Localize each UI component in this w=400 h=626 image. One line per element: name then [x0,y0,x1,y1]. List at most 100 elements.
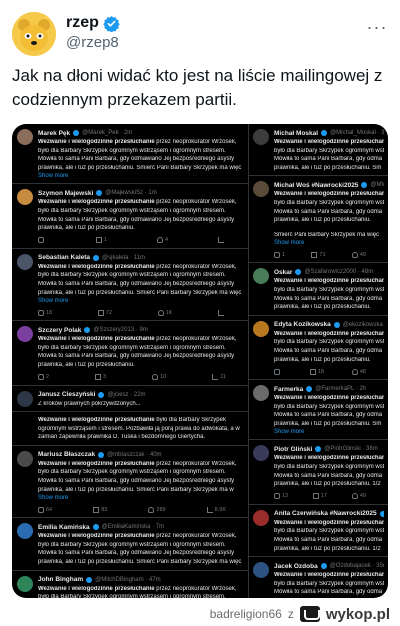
tweet-avatar[interactable] [17,390,33,407]
tweet-action[interactable]: 49 [351,251,366,258]
tweet-avatar[interactable] [17,523,33,540]
handle[interactable]: @rzep8 [66,34,120,51]
show-more-link[interactable]: Show more [38,172,244,180]
tweet-action[interactable]: 3 [95,374,106,380]
tweet-avatar[interactable] [17,450,33,467]
tweet-text-line: było dla Barbary Skrzypek ogromnym wstrz [274,528,384,535]
tweet-avatar[interactable] [253,562,269,579]
embedded-tweet[interactable]: Edyta Kozikowska @ekozikowska · 1h Wezwani… [248,316,388,381]
verified-badge-icon [96,190,103,197]
tweet-avatar[interactable] [17,253,33,270]
views-icon [217,237,224,244]
tweet-avatar[interactable] [253,320,269,337]
footer-brand: wykop.pl [325,605,390,623]
tweet-action[interactable]: 1 [95,237,107,244]
tweet-author-name[interactable]: Sebastian Kaleta [38,254,90,261]
display-name[interactable]: rzep [66,14,99,32]
tweet-avatar[interactable] [253,509,269,526]
embedded-tweet[interactable]: Szczery Polak @Szczery2013 · 9m Wezwanie i… [12,321,248,386]
tweet-action[interactable]: 72 [97,309,112,316]
tweet-author-name[interactable]: Piotr Gliński [274,446,312,453]
tweet-avatar[interactable] [253,181,269,198]
tweet-action[interactable]: 289 [148,506,166,513]
tweet-action[interactable]: 83 [93,506,107,513]
embedded-tweet[interactable]: Szymon Majewski @MajewskiSz · 1m Wezwanie … [12,184,248,249]
show-more-link[interactable]: Show more [38,297,244,305]
tweet-text-line: prawnika, ale i tuż po przesłuchaniu. Śm… [38,559,242,566]
tweet-action[interactable]: 64 [38,506,52,513]
tweet-avatar[interactable] [17,417,33,434]
embedded-tweet[interactable]: Mariusz Błaszczak @mblaszczak · 40m Wezwan… [12,446,248,519]
tweet-avatar[interactable] [253,268,269,285]
tweet-author-name[interactable]: Edyta Kozikowska [274,321,331,328]
tweet-author-name[interactable]: Oskar [274,269,292,276]
embedded-tweet[interactable]: Anita Czerwińska #Nawrocki2025@AnitaWezw… [248,505,388,558]
embedded-tweet[interactable]: Marek Pęk @Marek_Pek · 2m Wezwanie i wielo… [12,124,248,185]
tweet-action[interactable]: 71 [311,251,326,258]
tweet-action[interactable]: 18 [38,309,52,316]
embedded-tweet[interactable]: John Bingham @MitchDBingham · 47m Wezwanie… [12,571,248,598]
tweet-avatar[interactable] [17,189,33,206]
embedded-tweet[interactable]: Jacek Ozdoba @Ozdobajacek · 35m Wezwanie i… [248,557,388,598]
tweet-action[interactable] [218,309,226,316]
embedded-tweet[interactable]: Michał Woś #Nawrocki2025 @MWos Wezwanie i … [248,176,388,264]
tweet-author-name[interactable]: Szczery Polak [38,327,81,334]
tweet-text-line: Wezwanie i wielogodzinne przesłuchanie [274,572,384,579]
verified-badge-icon [321,130,328,136]
embedded-screenshot[interactable]: Marek Pęk @Marek_Pek · 2m Wezwanie i wielo… [12,124,388,598]
like-icon [351,493,358,500]
embedded-tweet[interactable]: Sebastian Kaleta @sjkaleta · 11m Wezwanie … [12,249,248,322]
tweet-avatar[interactable] [17,326,33,343]
tweet-author-name[interactable]: John Bingham [38,576,83,583]
tweet-action[interactable]: 13 [274,493,288,500]
tweet-action[interactable]: 8.9K [206,506,226,513]
tweet-header: Oskar @Szafarowicz2000 · 48m [274,267,384,277]
tweet-author-name[interactable]: Emilia Kamińska [38,524,90,531]
tweet-author-name[interactable]: Michał Moskal [274,130,318,137]
show-more-link[interactable]: Show more [38,494,244,502]
tweet-text-line: Mówiła to sama Pani Barbara, gdy odma [274,589,383,596]
tweet-action[interactable]: 10 [152,374,166,380]
tweet-action[interactable]: 49 [351,493,366,500]
show-more-link[interactable]: Show more [274,428,384,436]
show-more-link[interactable]: Show more [274,239,384,247]
tweet-action[interactable] [217,237,226,244]
tweet-action[interactable]: 18 [309,368,324,375]
tweet-action[interactable] [274,368,282,375]
tweet-action[interactable]: 2 [38,374,49,380]
tweet-avatar[interactable] [253,385,269,402]
tweet-avatar[interactable] [17,575,33,592]
tweet-text-line: było dla Barbary Skrzypek ogromnym wstrz [274,403,384,410]
tweet-text-line: Mówiła to sama Pani Barbara, gdy odma [274,156,383,163]
embedded-tweet[interactable]: Piotr Gliński @PiotrGlinski · 38m Wezwanie… [248,440,388,505]
tweet-action[interactable]: 17 [312,493,327,500]
tweet-avatar[interactable] [17,129,33,145]
tweet-action[interactable]: 1 [274,251,285,258]
embedded-tweet[interactable]: Farmerka @FarmerkaPL · 2h Wezwanie i wielo… [248,380,388,441]
tweet-action[interactable]: 1K [157,309,172,316]
tweet-author-name[interactable]: Farmerka [274,386,303,393]
embedded-tweet[interactable]: Oskar @Szafarowicz2000 · 48m Wezwanie i wi… [248,263,388,316]
tweet-avatar[interactable] [253,445,269,462]
tweet-author-name[interactable]: Marek Pęk [38,130,70,137]
tweet-text-line: było dla Barbary Skrzypek ogromnym wstrz [274,580,384,587]
tweet-author-name[interactable]: Janusz Cieszyński [38,391,95,398]
embedded-tweet[interactable]: Emilia Kamińska @EmiliaKaminska · 7m Wezwa… [12,518,248,571]
tweet-author-name[interactable]: Szymon Majewski [38,190,93,197]
embedded-tweet[interactable]: Janusz Cieszyński @jciesz · 22m Z kroków p… [12,386,248,413]
tweet-author-name[interactable]: Jacek Ozdoba [274,563,318,570]
tweet-action[interactable] [38,237,46,244]
tweet-text-line: prawnika, ale i tuż po przesłuchaniu. Śm [274,420,382,427]
tweet-avatar[interactable] [253,129,269,145]
more-options-button[interactable]: ··· [366,16,388,38]
embedded-tweet[interactable]: Michał Moskal @Michal_Moskal · 35m Wezwani… [248,124,388,177]
avatar[interactable] [12,12,56,56]
tweet-author-name[interactable]: Michał Woś #Nawrocki2025 [274,182,358,189]
tweet-author-name[interactable]: Anita Czerwińska #Nawrocki2025 [274,510,377,517]
embedded-tweet[interactable]: Wezwanie i wielogodzinne przesłuchanie b… [12,412,248,446]
tweet-author-name[interactable]: Mariusz Błaszczak [38,451,95,458]
tweet-action[interactable]: 11 [212,374,226,380]
tweet-action[interactable]: 48 [351,368,366,375]
tweet-header: Michał Moskal @Michal_Moskal · 35m [274,128,384,138]
tweet-action[interactable]: 4 [156,237,168,244]
